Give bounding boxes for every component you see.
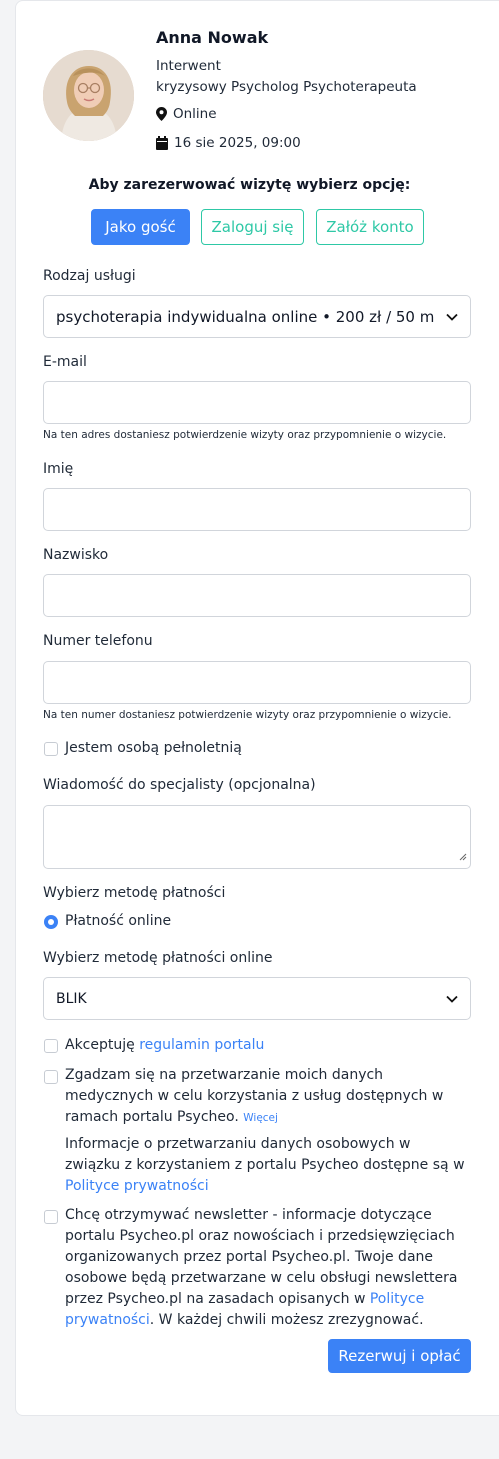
email-hint: Na ten adres dostaniesz potwierdzenie wi…	[43, 429, 447, 441]
last-name-label: Nazwisko	[43, 547, 109, 563]
specialist-name: Anna Nowak	[156, 28, 269, 47]
calendar-icon	[156, 136, 168, 150]
first-name-label: Imię	[43, 461, 74, 477]
phone-hint: Na ten numer dostaniesz potwierdzenie wi…	[43, 709, 452, 721]
service-select[interactable]: psychoterapia indywidualna online • 200 …	[43, 295, 471, 338]
data-processing-label: Zgadzam się na przetwarzanie moich danyc…	[65, 1065, 465, 1129]
terms-link[interactable]: regulamin portalu	[139, 1037, 264, 1053]
specialist-avatar	[43, 50, 134, 141]
privacy-policy-link[interactable]: Polityce prywatności	[65, 1178, 209, 1194]
booking-heading: Aby zarezerwować wizytę wybierz opcję:	[88, 177, 411, 193]
data-processing-more-link[interactable]: Więcej	[243, 1112, 278, 1124]
terms-label: Akceptuję regulamin portalu	[65, 1035, 264, 1056]
service-select-value: psychoterapia indywidualna online • 200 …	[56, 307, 434, 326]
newsletter-label: Chcę otrzymywać newsletter - informacje …	[65, 1205, 465, 1331]
message-label: Wiadomość do specjalisty (opcjonalna)	[43, 777, 316, 793]
adult-checkbox[interactable]	[44, 742, 58, 756]
data-processing-checkbox[interactable]	[44, 1070, 58, 1084]
payment-method-label: Wybierz metodę płatności	[43, 885, 226, 901]
chevron-down-icon	[434, 995, 458, 1003]
guest-button[interactable]: Jako gość	[91, 209, 190, 245]
terms-checkbox[interactable]	[44, 1039, 58, 1053]
terms-prefix: Akceptuję	[65, 1037, 140, 1053]
datetime-row: 16 sie 2025, 09:00	[156, 135, 301, 151]
email-label: E-mail	[43, 354, 87, 370]
phone-field[interactable]	[43, 661, 471, 704]
newsletter-suffix: . W każdej chwili możesz zrezygnować.	[149, 1312, 424, 1328]
online-method-select[interactable]: BLIK	[43, 977, 471, 1020]
location-row: Online	[156, 106, 217, 122]
message-textarea[interactable]	[43, 805, 471, 869]
specialist-title-line1: Interwent	[156, 58, 221, 74]
specialist-title-line2: kryzysowy Psycholog Psychoterapeuta	[156, 79, 417, 95]
datetime-text: 16 sie 2025, 09:00	[174, 135, 301, 151]
privacy-info: Informacje o przetwarzaniu danych osobow…	[65, 1134, 465, 1197]
newsletter-checkbox[interactable]	[44, 1210, 58, 1224]
last-name-field[interactable]	[43, 574, 471, 617]
payment-online-radio[interactable]	[44, 915, 58, 929]
book-and-pay-button[interactable]: Rezerwuj i opłać	[328, 1339, 471, 1373]
online-method-value: BLIK	[56, 990, 87, 1007]
map-pin-icon	[156, 107, 167, 121]
payment-online-label: Płatność online	[65, 913, 172, 929]
adult-checkbox-label: Jestem osobą pełnoletnią	[65, 740, 242, 756]
online-method-label: Wybierz metodę płatności online	[43, 950, 273, 966]
first-name-field[interactable]	[43, 488, 471, 531]
service-label: Rodzaj usługi	[43, 268, 136, 284]
chevron-down-icon	[434, 313, 458, 321]
phone-label: Numer telefonu	[43, 633, 153, 649]
privacy-info-text: Informacje o przetwarzaniu danych osobow…	[65, 1136, 465, 1173]
register-button[interactable]: Załóż konto	[316, 209, 424, 245]
location-text: Online	[173, 106, 217, 122]
resize-handle-icon[interactable]	[459, 849, 467, 865]
login-button[interactable]: Zaloguj się	[201, 209, 304, 245]
email-field[interactable]	[43, 381, 471, 424]
